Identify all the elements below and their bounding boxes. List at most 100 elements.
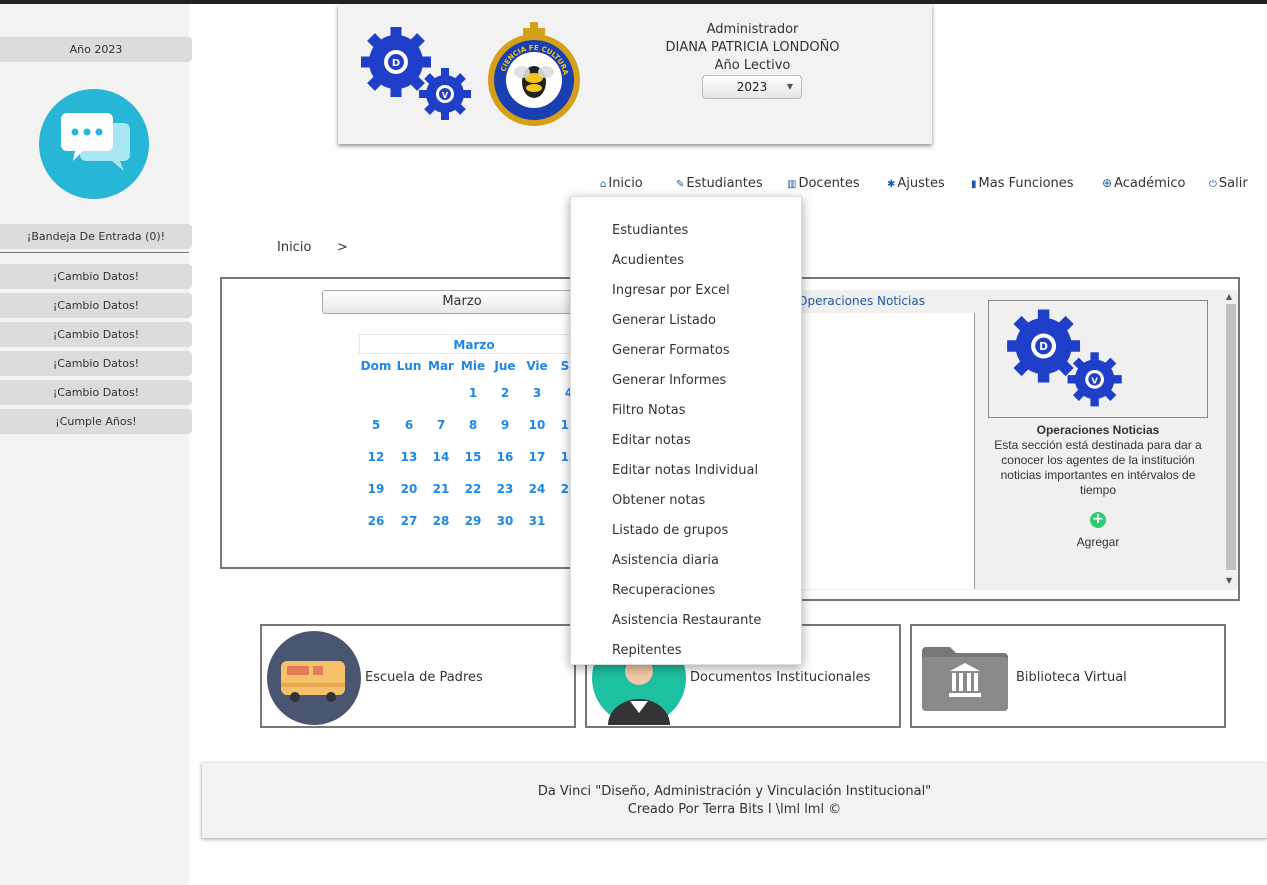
calendar-day[interactable]: 27 (393, 514, 425, 528)
footer-line-2: Creado Por Terra Bits I \lml lml © (627, 802, 842, 817)
footer-line-1: Da Vinci "Diseño, Administración y Vincu… (537, 784, 932, 799)
calendar-day[interactable]: 21 (425, 482, 457, 496)
nav-docentes[interactable]: ▥ Docentes (787, 176, 860, 191)
home-icon: ⌂ (600, 179, 607, 190)
school-year-select[interactable]: 2023 ▼ (702, 75, 802, 99)
calendar-weekday: Dom (360, 359, 392, 373)
calendar-day[interactable]: 10 (521, 418, 553, 432)
user-name: DIANA PATRICIA LONDOÑO (665, 40, 840, 55)
svg-text:V: V (442, 91, 449, 100)
nav-mas-funciones[interactable]: ▮ Mas Funciones (971, 176, 1074, 191)
calendar-month-title: Marzo (359, 334, 589, 354)
menu-item-estudiantes[interactable]: Estudiantes (612, 223, 688, 238)
menu-item-asistencia-diaria[interactable]: Asistencia diaria (612, 553, 719, 568)
svg-text:V: V (1091, 376, 1098, 386)
calendar-weekday: Jue (494, 359, 516, 373)
scroll-up-icon[interactable]: ▲ (1226, 292, 1232, 301)
menu-item-generar-formatos[interactable]: Generar Formatos (612, 343, 730, 358)
pencil-icon: ✎ (676, 179, 685, 190)
calendar-day[interactable]: 14 (425, 450, 457, 464)
calendar-day[interactable]: 6 (393, 418, 425, 432)
calendar-day[interactable]: 1 (457, 386, 489, 400)
calendar-day[interactable]: 19 (360, 482, 392, 496)
card-label: Escuela de Padres (365, 670, 483, 685)
calendar-day[interactable]: 3 (521, 386, 553, 400)
calendar-day[interactable]: 17 (521, 450, 553, 464)
news-logo-box: D V (988, 300, 1208, 418)
calendar-day[interactable]: 26 (360, 514, 392, 528)
svg-text:D: D (392, 58, 400, 69)
nav-salir[interactable]: ⏻ Salir (1209, 176, 1248, 191)
calendar-weekday: Mar (428, 359, 454, 373)
calendar-day[interactable]: 9 (489, 418, 521, 432)
davinci-logo-icon: D V (361, 27, 471, 120)
power-icon: ⏻ (1209, 179, 1217, 190)
menu-item-repitentes[interactable]: Repitentes (612, 643, 682, 658)
menu-item-ingresar-excel[interactable]: Ingresar por Excel (612, 283, 730, 298)
add-button[interactable]: Agregar (1058, 535, 1138, 549)
calendar-day[interactable]: 16 (489, 450, 521, 464)
sidebar-item-cumple-anos[interactable]: ¡Cumple Años! (0, 409, 192, 434)
calendar-day[interactable]: 2 (489, 386, 521, 400)
menu-item-acudientes[interactable]: Acudientes (612, 253, 684, 268)
calendar-day[interactable]: 13 (393, 450, 425, 464)
menu-item-listado-grupos[interactable]: Listado de grupos (612, 523, 728, 538)
nav-academico[interactable]: ⊕ Académico (1102, 176, 1185, 191)
school-year-label: Año Lectivo (714, 58, 791, 73)
menu-item-editar-notas[interactable]: Editar notas (612, 433, 691, 448)
calendar-weekday: Lun (396, 359, 422, 373)
calendar-day[interactable]: 31 (521, 514, 553, 528)
folder-library-icon (922, 647, 1008, 711)
menu-item-generar-listado[interactable]: Generar Listado (612, 313, 716, 328)
menu-item-editar-notas-individual[interactable]: Editar notas Individual (612, 463, 758, 478)
scroll-down-icon[interactable]: ▼ (1226, 576, 1232, 585)
nav-estudiantes[interactable]: ✎ Estudiantes (676, 176, 763, 191)
chat-icon[interactable] (39, 89, 149, 199)
dropdown-arrow-icon: ▼ (786, 82, 793, 91)
calendar-day[interactable]: 5 (360, 418, 392, 432)
school-crest-icon: CIENCIA FE CULTURA (488, 22, 580, 126)
sidebar-item-cambio-datos[interactable]: ¡Cambio Datos! (0, 264, 192, 289)
month-select[interactable]: Marzo (322, 290, 602, 314)
calendar-day[interactable]: 15 (457, 450, 489, 464)
sidebar-item-cambio-datos[interactable]: ¡Cambio Datos! (0, 322, 192, 347)
scrollbar-thumb[interactable] (1226, 304, 1236, 570)
menu-item-generar-informes[interactable]: Generar Informes (612, 373, 726, 388)
calendar-day[interactable]: 24 (521, 482, 553, 496)
footer: Da Vinci "Diseño, Administración y Vincu… (202, 763, 1267, 838)
card-biblioteca-virtual[interactable]: Biblioteca Virtual (910, 624, 1226, 728)
columns-icon: ▮ (971, 179, 977, 190)
svg-text:D: D (1039, 341, 1048, 353)
inbox-button[interactable]: ¡Bandeja De Entrada (0)! (0, 224, 192, 249)
menu-item-recuperaciones[interactable]: Recuperaciones (612, 583, 715, 598)
sidebar-item-cambio-datos[interactable]: ¡Cambio Datos! (0, 293, 192, 318)
calendar-day[interactable]: 8 (457, 418, 489, 432)
menu-item-filtro-notas[interactable]: Filtro Notas (612, 403, 686, 418)
gear-icon: ✱ (887, 179, 896, 190)
news-description: Esta sección está destinada para dar a c… (994, 438, 1202, 497)
calendar-day[interactable]: 7 (425, 418, 457, 432)
breadcrumb-home[interactable]: Inicio (277, 240, 311, 255)
nav-inicio[interactable]: ⌂ Inicio (600, 176, 643, 191)
sidebar-item-cambio-datos[interactable]: ¡Cambio Datos! (0, 380, 192, 405)
news-tab[interactable]: Operaciones Noticias (798, 294, 925, 308)
calendar-day[interactable]: 22 (457, 482, 489, 496)
calendar-day[interactable]: 23 (489, 482, 521, 496)
card-escuela-padres[interactable]: Escuela de Padres (260, 624, 576, 728)
menu-item-obtener-notas[interactable]: Obtener notas (612, 493, 705, 508)
menu-item-asistencia-restaurante[interactable]: Asistencia Restaurante (612, 613, 761, 628)
estudiantes-dropdown-menu: Estudiantes Acudientes Ingresar por Exce… (570, 196, 802, 665)
calendar-day[interactable]: 30 (489, 514, 521, 528)
sidebar-item-cambio-datos[interactable]: ¡Cambio Datos! (0, 351, 192, 376)
calendar-day[interactable]: 12 (360, 450, 392, 464)
calendar-day[interactable]: 20 (393, 482, 425, 496)
add-icon[interactable]: + (1090, 512, 1106, 528)
calendar-day[interactable]: 28 (425, 514, 457, 528)
user-role: Administrador (706, 22, 799, 37)
card-label: Biblioteca Virtual (1016, 670, 1127, 685)
year-button[interactable]: Año 2023 (0, 37, 192, 62)
school-bus-icon (267, 631, 361, 725)
calendar-day[interactable]: 29 (457, 514, 489, 528)
nav-ajustes[interactable]: ✱ Ajustes (887, 176, 945, 191)
plus-circle-icon: ⊕ (1102, 176, 1113, 190)
